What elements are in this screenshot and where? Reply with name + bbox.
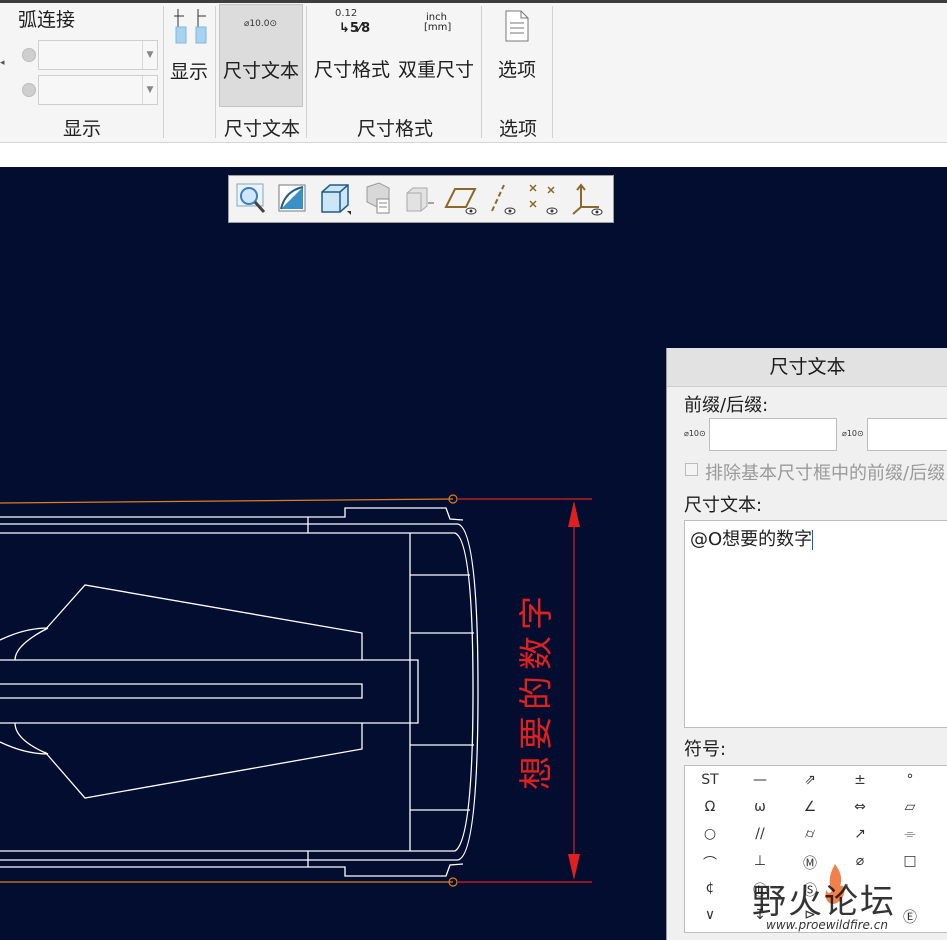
- symbol-total-runout[interactable]: ⇗: [793, 772, 827, 788]
- datum-plane-icon[interactable]: [443, 181, 479, 217]
- display-button[interactable]: 显示: [168, 4, 212, 86]
- dimension-value-text[interactable]: 想要的数字: [517, 590, 557, 790]
- extension-line-top: [0, 498, 454, 504]
- view-toolbar: [228, 175, 614, 223]
- watermark-url-text: www.proewildfire.cn: [766, 918, 888, 932]
- symbol-omega[interactable]: ω: [743, 799, 777, 815]
- prefix-suffix-label: 前缀/后缀:: [684, 395, 769, 416]
- collapse-arrow-icon[interactable]: ◂: [0, 58, 5, 68]
- view-manager-icon[interactable]: [401, 181, 437, 217]
- dimension-format-icon: 0.12: [335, 8, 358, 19]
- text-cursor: [812, 530, 814, 550]
- dimension-text-button-label: 尺寸文本: [223, 60, 300, 82]
- exclude-prefix-checkbox[interactable]: [685, 463, 698, 476]
- symbol-between[interactable]: ⇔: [843, 799, 877, 815]
- display-button-label: 显示: [170, 61, 209, 83]
- symbol-statistical[interactable]: ST: [693, 772, 727, 788]
- display-combo-1[interactable]: ▼: [38, 40, 158, 70]
- dialog-title[interactable]: 尺寸文本: [667, 348, 947, 387]
- prefix-input[interactable]: [709, 418, 837, 451]
- symbol-countersink[interactable]: ∨: [693, 907, 727, 923]
- saved-views-icon[interactable]: [359, 181, 395, 217]
- watermark-brand-text: 野火论坛: [752, 882, 896, 922]
- mm-icon-text: [mm]: [424, 22, 452, 33]
- display-combo-2[interactable]: ▼: [38, 75, 158, 105]
- radio-button-1[interactable]: [22, 48, 36, 62]
- fraction-icon: ↳5⁄8: [339, 21, 371, 36]
- options-document-icon: [505, 10, 529, 42]
- datum-point-icon[interactable]: [526, 181, 562, 217]
- dimension-text-button[interactable]: ⌀10.0⊙ 尺寸文本: [219, 4, 303, 107]
- dimension-text-icon: ⌀10.0⊙: [244, 19, 277, 29]
- zoom-icon[interactable]: [234, 181, 270, 217]
- dimension-text-area[interactable]: @O想要的数字: [684, 520, 947, 728]
- suffix-input[interactable]: [867, 418, 947, 451]
- symbol-profile-line[interactable]: ⌒: [693, 853, 727, 873]
- symbol-angularity[interactable]: ∠: [793, 799, 827, 815]
- group-separator: [163, 6, 164, 138]
- symbols-label: 符号:: [684, 739, 727, 760]
- symbol-centerline[interactable]: ¢: [693, 880, 727, 896]
- prefix-icon: ⌀10⊙: [684, 429, 706, 438]
- arc-connect-label: 弧连接: [18, 9, 76, 31]
- display-toggle-icon: [174, 9, 207, 44]
- solid-cube-icon[interactable]: [317, 181, 353, 217]
- symbol-ohm[interactable]: Ω: [693, 799, 727, 815]
- symbol-runout[interactable]: ↗: [843, 826, 877, 842]
- symbol-plus-minus[interactable]: ±: [843, 772, 877, 788]
- part-outline: [0, 507, 479, 877]
- dimension-format-button[interactable]: 0.12 ↳5⁄8 尺寸格式: [312, 4, 392, 86]
- dual-dimension-button-label: 双重尺寸: [398, 59, 475, 81]
- options-button[interactable]: 选项: [490, 4, 546, 86]
- suffix-icon: ⌀10⊙: [842, 429, 864, 438]
- dimension-text-dialog: 尺寸文本 前缀/后缀: ⌀10⊙ ⌀10⊙ 排除基本尺寸框中的前缀/后缀 尺寸文…: [666, 348, 947, 940]
- symbol-circularity[interactable]: ○: [693, 826, 727, 842]
- group-separator: [481, 6, 482, 138]
- symbol-flatness[interactable]: —: [743, 772, 777, 788]
- coordinate-system-icon[interactable]: [569, 181, 605, 217]
- dimension-format-group-label: 尺寸格式: [357, 118, 434, 140]
- dimension-text-label: 尺寸文本:: [684, 495, 763, 516]
- shading-icon[interactable]: [275, 181, 311, 217]
- ribbon: 弧连接 ◂ ▼ ▼ 显示 显示 ⌀10.0⊙ 尺寸文本 尺寸文本 0.12 ↳5…: [0, 0, 947, 143]
- ribbon-top-border: [0, 0, 947, 3]
- radio-button-2[interactable]: [22, 83, 36, 97]
- dimension-text-value: @O想要的数字: [690, 529, 813, 550]
- exclude-checkbox-label: 排除基本尺寸框中的前缀/后缀: [705, 463, 946, 484]
- datum-axis-icon[interactable]: [484, 181, 520, 217]
- dimension-format-button-label: 尺寸格式: [314, 59, 391, 81]
- group-separator: [552, 6, 553, 138]
- chevron-down-icon: ▼: [142, 41, 157, 69]
- symbol-symmetry[interactable]: ⌯: [893, 826, 927, 842]
- forum-watermark: 野火论坛 www.proewildfire.cn: [752, 862, 947, 940]
- dual-dimension-button[interactable]: inch [mm] 双重尺寸: [396, 4, 476, 86]
- symbol-cylindricity[interactable]: ⌭: [793, 826, 827, 842]
- chevron-down-icon: ▼: [142, 76, 157, 104]
- group-separator: [306, 6, 307, 138]
- group-separator: [215, 6, 216, 138]
- options-button-label: 选项: [498, 59, 537, 81]
- symbol-flatness-frame[interactable]: ▱: [893, 799, 927, 815]
- symbol-parallelism[interactable]: //: [743, 826, 777, 842]
- options-group-label: 选项: [499, 118, 538, 140]
- symbol-degree[interactable]: °: [893, 772, 927, 788]
- dimension-text-group-label: 尺寸文本: [224, 118, 301, 140]
- display-group-label: 显示: [63, 118, 102, 140]
